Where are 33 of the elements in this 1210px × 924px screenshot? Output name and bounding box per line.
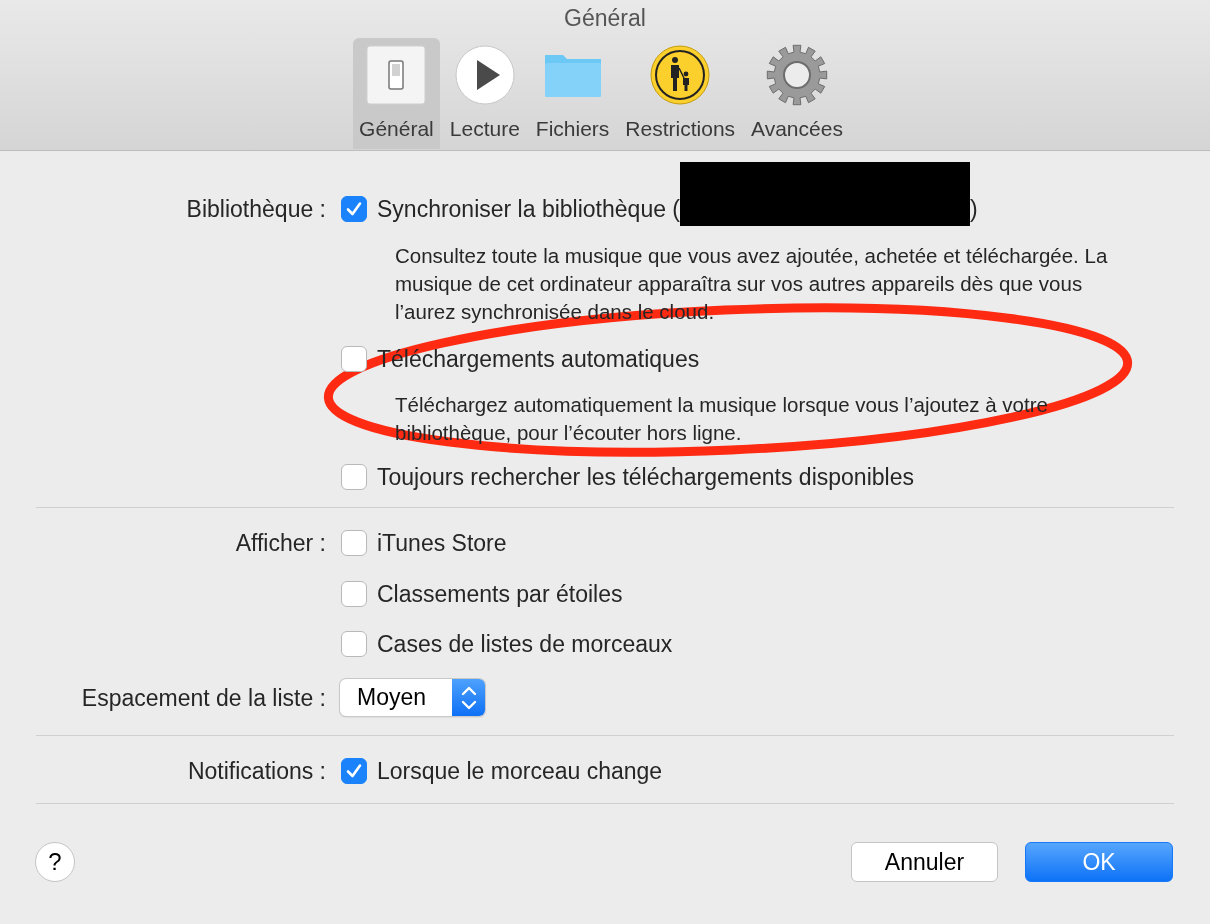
field-label: Bibliothèque :: [186, 196, 326, 222]
cancel-button[interactable]: Annuler: [851, 842, 998, 882]
checkbox-label: ): [970, 195, 978, 224]
chevron-up-down-icon: [460, 684, 477, 711]
toolbar-tab[interactable]: Avancées: [745, 38, 849, 149]
checkbox[interactable]: [341, 530, 367, 556]
window-title: Général: [563, 4, 647, 33]
checkbox-label: Classements par étoiles: [377, 580, 623, 609]
checkbox-label: Synchroniser la bibliothèque (: [377, 195, 680, 224]
field-label: Afficher :: [235, 530, 326, 556]
settings-icon: [765, 43, 829, 107]
checkbox-label: iTunes Store: [377, 529, 507, 558]
toolbar-tab[interactable]: Lecture: [443, 38, 526, 149]
popup-button[interactable]: Moyen: [340, 679, 485, 716]
check-icon: [345, 762, 363, 780]
checkbox-label: Cases de listes de morceaux: [377, 630, 673, 659]
toolbar-tab[interactable]: Fichiers: [529, 38, 616, 149]
checkbox[interactable]: [341, 346, 367, 372]
check-icon: [345, 200, 363, 218]
checkbox[interactable]: [341, 631, 367, 657]
checkbox[interactable]: [341, 758, 367, 784]
checkbox[interactable]: [341, 464, 367, 490]
checkbox[interactable]: [341, 581, 367, 607]
checkbox[interactable]: [341, 196, 367, 222]
toolbar-tab[interactable]: Général: [353, 38, 440, 149]
checkbox-label: Lorsque le morceau change: [377, 757, 663, 786]
field-label: Espacement de la liste :: [81, 684, 326, 711]
help-button[interactable]: ?: [35, 842, 75, 882]
play-icon: [452, 43, 517, 107]
checkbox-label: Toujours rechercher les téléchargements disponibles: [377, 463, 914, 492]
parental-controls-icon: [648, 43, 713, 107]
field-label: Notifications :: [187, 758, 326, 784]
toolbar-tab[interactable]: Restrictions: [619, 38, 742, 149]
